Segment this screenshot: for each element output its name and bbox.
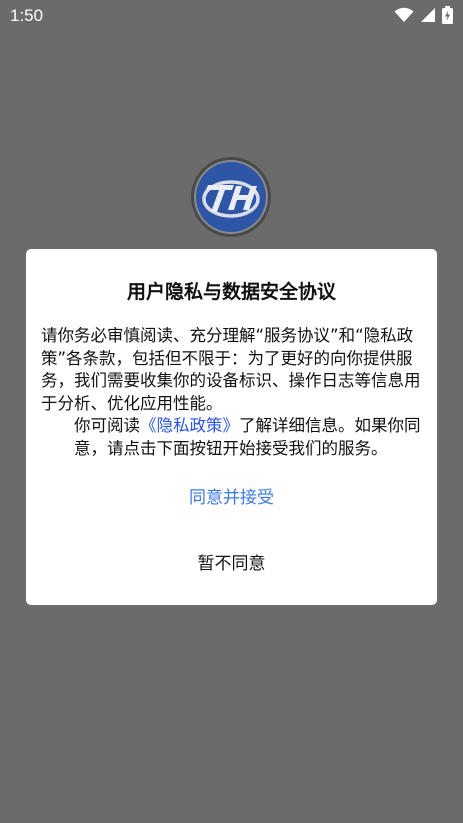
cellular-signal-icon [421,8,435,22]
privacy-policy-link[interactable]: 《隐私政策》 [140,416,239,435]
dialog-body: 请你务必审慎阅读、充分理解“服务协议”和“隐私政策”各条款，包括但不限于：为了更… [41,325,425,460]
decline-button[interactable]: 暂不同意 [26,541,437,581]
app-logo-icon [190,156,272,238]
wifi-icon [394,7,414,22]
paragraph2-prefix: 你可阅读 [74,416,140,435]
status-time: 1:50 [10,6,44,25]
battery-charging-icon [442,6,453,24]
dialog-paragraph-2: 你可阅读《隐私政策》了解详细信息。如果你同意，请点击下面按钮开始接受我们的服务。 [41,415,425,460]
dialog-paragraph-1: 请你务必审慎阅读、充分理解“服务协议”和“隐私政策”各条款，包括但不限于：为了更… [41,326,421,413]
dialog-title: 用户隐私与数据安全协议 [126,281,336,303]
privacy-dialog: 用户隐私与数据安全协议 请你务必审慎阅读、充分理解“服务协议”和“隐私政策”各条… [26,249,437,605]
accept-button[interactable]: 同意并接受 [26,475,437,515]
status-icons [394,6,453,24]
status-bar: 1:50 [0,0,463,32]
